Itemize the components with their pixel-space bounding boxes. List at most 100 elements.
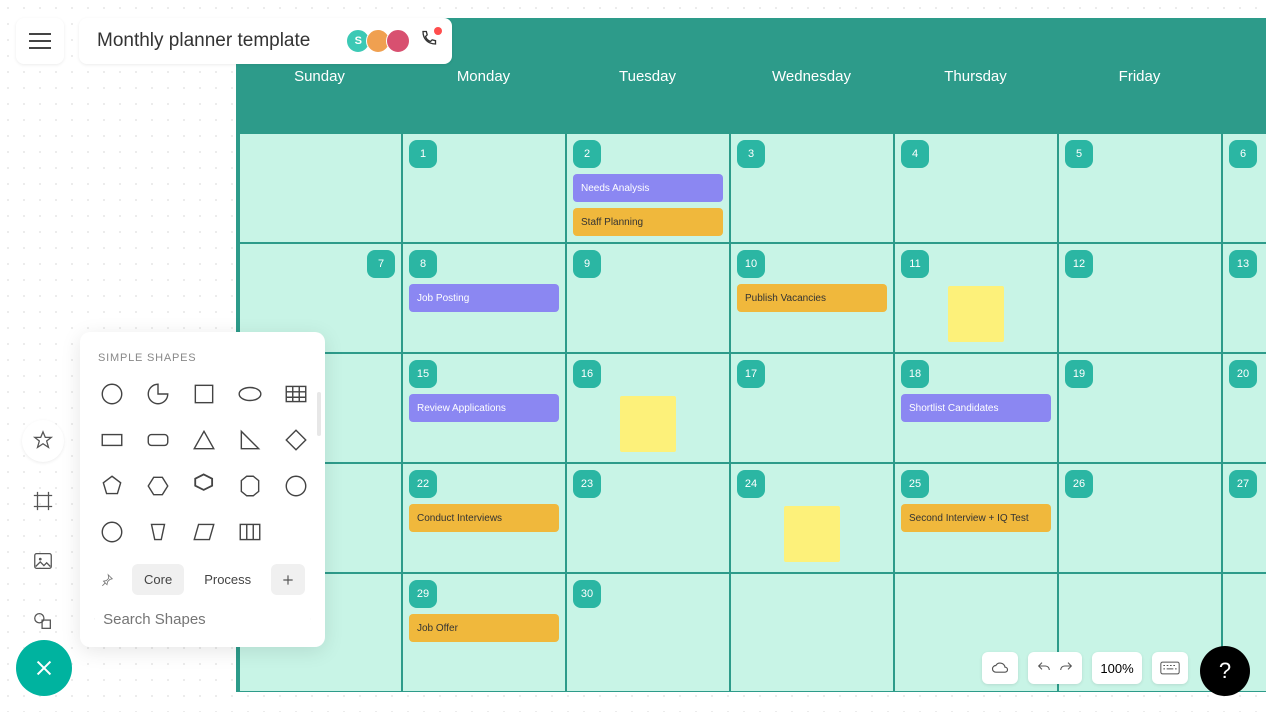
calendar-cell[interactable]: 16 bbox=[566, 353, 730, 463]
hamburger-menu-button[interactable] bbox=[16, 18, 64, 64]
calendar-cell[interactable]: 8Job Posting bbox=[402, 243, 566, 353]
sticky-note[interactable] bbox=[784, 506, 840, 562]
calendar-cell[interactable]: 27 bbox=[1222, 463, 1266, 573]
shape-icon bbox=[283, 473, 309, 499]
calendar-cell[interactable]: 18 Shortlist Candidates bbox=[894, 353, 1058, 463]
calendar-cell[interactable]: 4 bbox=[894, 133, 1058, 243]
frame-tool-button[interactable] bbox=[22, 480, 64, 522]
core-tab[interactable]: Core bbox=[132, 564, 184, 595]
shape-option[interactable] bbox=[98, 518, 126, 546]
sticky-note[interactable] bbox=[620, 396, 676, 452]
calendar-cell[interactable]: 2 Needs Analysis Staff Planning bbox=[566, 133, 730, 243]
shape-icon bbox=[99, 473, 125, 499]
calendar-cell[interactable]: 26 bbox=[1058, 463, 1222, 573]
calendar-cell[interactable]: 23 bbox=[566, 463, 730, 573]
image-tool-button[interactable] bbox=[22, 540, 64, 582]
shape-option[interactable] bbox=[190, 518, 218, 546]
shape-icon bbox=[99, 519, 125, 545]
undo-button[interactable] bbox=[1036, 660, 1052, 676]
calendar-cell[interactable]: 9 bbox=[566, 243, 730, 353]
shape-option[interactable] bbox=[236, 426, 264, 454]
zoom-level[interactable]: 100% bbox=[1092, 652, 1142, 684]
shape-icon bbox=[237, 519, 263, 545]
shape-option[interactable] bbox=[190, 426, 218, 454]
calendar-cell[interactable]: 19 bbox=[1058, 353, 1222, 463]
shape-option[interactable] bbox=[190, 472, 218, 500]
close-panel-button[interactable] bbox=[16, 640, 72, 696]
help-button[interactable]: ? bbox=[1200, 646, 1250, 696]
day-badge: 2 bbox=[573, 140, 601, 168]
shape-option[interactable] bbox=[144, 472, 172, 500]
page-title[interactable]: Monthly planner template bbox=[97, 30, 310, 52]
calendar-cell[interactable]: 30 bbox=[566, 573, 730, 692]
scrollbar[interactable] bbox=[317, 392, 321, 436]
shape-option[interactable] bbox=[190, 380, 218, 408]
add-tab-button[interactable] bbox=[271, 564, 305, 595]
day-badge: 17 bbox=[737, 360, 765, 388]
calendar-header: Tuesday bbox=[566, 20, 730, 133]
shape-option[interactable] bbox=[282, 472, 310, 500]
call-button[interactable] bbox=[418, 29, 438, 54]
calendar-cell[interactable]: 12 bbox=[1058, 243, 1222, 353]
calendar-event[interactable]: Publish Vacancies bbox=[737, 284, 887, 312]
day-badge: 18 bbox=[901, 360, 929, 388]
shape-icon bbox=[99, 427, 125, 453]
calendar-cell[interactable]: 6 bbox=[1222, 133, 1266, 243]
calendar-cell[interactable]: 15Review Applications bbox=[402, 353, 566, 463]
calendar-cell[interactable]: 24 bbox=[730, 463, 894, 573]
calendar-cell[interactable]: 25Second Interview + IQ Test bbox=[894, 463, 1058, 573]
title-bar: Monthly planner template S bbox=[79, 18, 452, 64]
shape-option[interactable] bbox=[236, 380, 264, 408]
shapes-icon bbox=[32, 610, 54, 632]
calendar-cell[interactable]: 20 bbox=[1222, 353, 1266, 463]
shape-option[interactable] bbox=[98, 380, 126, 408]
calendar-cell[interactable]: 29Job Offer bbox=[402, 573, 566, 692]
avatar[interactable] bbox=[386, 29, 410, 53]
shape-option[interactable] bbox=[236, 472, 264, 500]
shape-icon bbox=[191, 519, 217, 545]
day-badge: 3 bbox=[737, 140, 765, 168]
pin-tab[interactable] bbox=[90, 564, 124, 595]
shape-option[interactable] bbox=[236, 518, 264, 546]
calendar-event[interactable]: Conduct Interviews bbox=[409, 504, 559, 532]
calendar-grid[interactable]: SundayMondayTuesdayWednesdayThursdayFrid… bbox=[236, 18, 1266, 692]
calendar-event[interactable]: Job Posting bbox=[409, 284, 559, 312]
shapes-tool-button[interactable] bbox=[22, 600, 64, 642]
more-icon[interactable] bbox=[310, 611, 311, 627]
day-badge: 9 bbox=[573, 250, 601, 278]
calendar-cell[interactable]: 11 bbox=[894, 243, 1058, 353]
shape-option[interactable] bbox=[144, 426, 172, 454]
calendar-event[interactable]: Shortlist Candidates bbox=[901, 394, 1051, 422]
calendar-cell[interactable]: 22Conduct Interviews bbox=[402, 463, 566, 573]
calendar-cell[interactable]: 1 bbox=[402, 133, 566, 243]
calendar-event[interactable]: Job Offer bbox=[409, 614, 559, 642]
calendar-event[interactable]: Needs Analysis bbox=[573, 174, 723, 202]
day-badge: 12 bbox=[1065, 250, 1093, 278]
sticky-note[interactable] bbox=[948, 286, 1004, 342]
search-icon bbox=[94, 609, 95, 629]
calendar-cell[interactable] bbox=[730, 573, 894, 692]
calendar-cell[interactable]: 10Publish Vacancies bbox=[730, 243, 894, 353]
calendar-event[interactable]: Review Applications bbox=[409, 394, 559, 422]
calendar-cell[interactable] bbox=[238, 133, 402, 243]
search-shapes-input[interactable] bbox=[103, 611, 302, 628]
calendar-event[interactable]: Second Interview + IQ Test bbox=[901, 504, 1051, 532]
calendar-cell[interactable]: 5 bbox=[1058, 133, 1222, 243]
shape-option[interactable] bbox=[282, 380, 310, 408]
collaborator-avatars[interactable]: S bbox=[350, 29, 410, 53]
shape-option[interactable] bbox=[98, 472, 126, 500]
shape-option[interactable] bbox=[282, 426, 310, 454]
cloud-sync-button[interactable] bbox=[982, 652, 1018, 684]
keyboard-button[interactable] bbox=[1152, 652, 1188, 684]
calendar-event[interactable]: Staff Planning bbox=[573, 208, 723, 236]
shapes-panel-heading: SIMPLE SHAPES bbox=[80, 332, 325, 374]
shape-option[interactable] bbox=[144, 380, 172, 408]
shape-option[interactable] bbox=[98, 426, 126, 454]
star-tool-button[interactable] bbox=[22, 420, 64, 462]
calendar-cell[interactable]: 13 bbox=[1222, 243, 1266, 353]
calendar-cell[interactable]: 17 bbox=[730, 353, 894, 463]
shape-option[interactable] bbox=[144, 518, 172, 546]
process-tab[interactable]: Process bbox=[192, 564, 263, 595]
calendar-cell[interactable]: 3 bbox=[730, 133, 894, 243]
redo-button[interactable] bbox=[1058, 660, 1074, 676]
